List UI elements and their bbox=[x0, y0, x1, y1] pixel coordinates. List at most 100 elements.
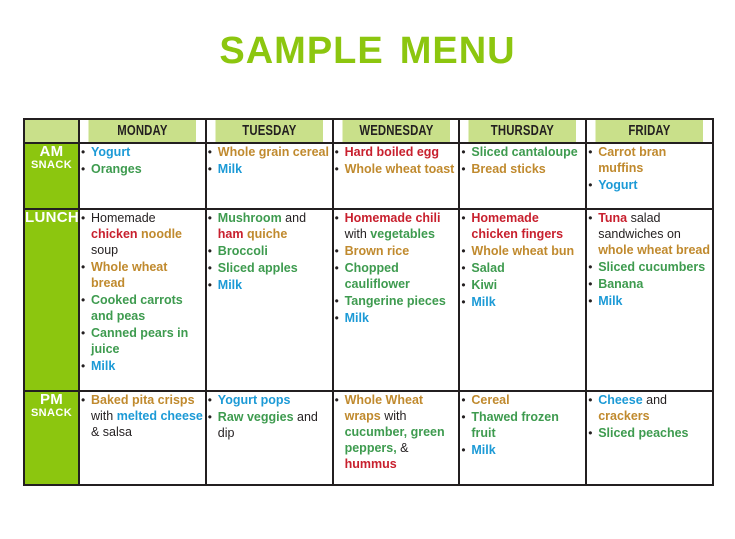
menu-item-segment: Homemade chicken fingers bbox=[471, 211, 564, 241]
menu-item-segment: Mushroom bbox=[217, 211, 282, 225]
menu-item: Broccoli bbox=[207, 243, 332, 259]
menu-item-segment: with bbox=[380, 409, 407, 423]
page-title: Sample Menu bbox=[219, 15, 516, 75]
menu-item: Cereal bbox=[460, 392, 585, 408]
menu-cell-pm-snack-tuesday: Yogurt pops Raw veggies and dip bbox=[204, 390, 334, 486]
menu-item-segment: Whole wheat bread bbox=[91, 260, 168, 290]
menu-item: Baked pita crisps with melted cheese & s… bbox=[80, 392, 205, 440]
menu-item: Mushroom and ham quiche bbox=[207, 210, 332, 242]
menu-item: Carrot bran muffins bbox=[587, 144, 712, 176]
menu-item-segment: Homemade bbox=[91, 211, 156, 225]
menu-item-segment: Oranges bbox=[91, 162, 142, 176]
meal-row-label-am-snack: AM SNACK bbox=[23, 142, 80, 210]
menu-item-segment: Milk bbox=[217, 278, 243, 292]
menu-item-list: Tuna salad sandwiches on whole wheat bre… bbox=[587, 210, 712, 309]
menu-item-list: Yogurt Oranges bbox=[80, 144, 205, 177]
menu-item-segment: and bbox=[281, 211, 307, 225]
menu-item-segment: quiche bbox=[246, 227, 288, 241]
menu-item-segment: ham bbox=[217, 227, 244, 241]
menu-item: Chopped cauliflower bbox=[334, 260, 459, 292]
menu-item: Milk bbox=[80, 358, 205, 374]
meal-label-primary: LUNCH bbox=[25, 209, 79, 226]
menu-item-segment: Milk bbox=[471, 295, 496, 309]
menu-cell-pm-snack-friday: Cheese and crackers Sliced peaches bbox=[585, 390, 714, 486]
menu-item-segment: Homemade chili bbox=[344, 211, 441, 225]
menu-item-segment: Sliced cucumbers bbox=[598, 260, 706, 274]
menu-item-list: Homemade chili with vegetables Brown rice… bbox=[334, 210, 459, 326]
menu-item: Sliced apples bbox=[207, 260, 332, 276]
menu-item-list: Yogurt pops Raw veggies and dip bbox=[207, 392, 332, 441]
menu-item: Banana bbox=[587, 276, 712, 292]
menu-item-segment: Carrot bran muffins bbox=[598, 145, 667, 175]
menu-cell-lunch-wednesday: Homemade chili with vegetables Brown rice… bbox=[331, 208, 461, 392]
menu-item-segment: crackers bbox=[598, 409, 650, 423]
menu-item-segment: Chopped cauliflower bbox=[344, 261, 410, 291]
menu-item: Yogurt bbox=[587, 177, 712, 193]
menu-item-segment: Milk bbox=[91, 359, 116, 373]
meal-label-secondary: SNACK bbox=[30, 158, 73, 171]
corner-cell bbox=[23, 118, 80, 144]
menu-item-segment: Sliced apples bbox=[217, 261, 298, 275]
menu-item-segment: hummus bbox=[344, 457, 397, 471]
menu-item: Milk bbox=[460, 442, 585, 458]
menu-item-segment: Sliced cantaloupe bbox=[471, 145, 578, 159]
menu-item-list: Mushroom and ham quiche Broccoli Sliced ap… bbox=[207, 210, 332, 293]
menu-item: Cooked carrots and peas bbox=[80, 292, 205, 324]
menu-item-segment: chicken bbox=[91, 227, 138, 241]
day-header-thursday: THURSDAY bbox=[467, 118, 579, 144]
menu-item-segment: melted cheese bbox=[116, 409, 203, 423]
meal-row-label-lunch: LUNCH bbox=[23, 208, 80, 392]
menu-item: Whole wheat bun bbox=[460, 243, 585, 259]
sample-menu-page: Sample Menu MONDAY TUESDAY WEDNESDAY THURSD… bbox=[0, 0, 735, 539]
menu-item-segment: Salad bbox=[471, 261, 505, 275]
menu-item-segment: whole wheat bread bbox=[598, 243, 711, 257]
menu-cell-am-snack-tuesday: Whole grain cereal Milk bbox=[204, 142, 334, 210]
menu-item: Milk bbox=[460, 294, 585, 310]
day-header-label: WEDNESDAY bbox=[358, 122, 434, 139]
menu-item: Salad bbox=[460, 260, 585, 276]
menu-item-segment: & salsa bbox=[91, 425, 132, 439]
table-body: AMSNACKYogurtOrangesWhole grain cerealMi… bbox=[23, 142, 714, 486]
menu-item-segment: soup bbox=[91, 243, 119, 257]
menu-item-segment: Thawed frozen fruit bbox=[471, 410, 559, 440]
menu-cell-am-snack-monday: Yogurt Oranges bbox=[78, 142, 207, 210]
menu-cell-lunch-friday: Tuna salad sandwiches on whole wheat bre… bbox=[585, 208, 714, 392]
menu-item-list: Baked pita crisps with melted cheese & s… bbox=[80, 392, 205, 440]
menu-item-segment: Sliced peaches bbox=[598, 426, 689, 440]
menu-item-segment: Kiwi bbox=[471, 278, 498, 292]
menu-item: Milk bbox=[207, 161, 332, 177]
menu-item: Milk bbox=[334, 310, 459, 326]
menu-item-segment: Yogurt bbox=[91, 145, 131, 159]
menu-item-segment: noodle bbox=[141, 227, 183, 241]
menu-item-segment: and bbox=[642, 393, 668, 407]
menu-item: Bread sticks bbox=[460, 161, 585, 177]
menu-item-list: Homemade chicken fingers Whole wheat bun S… bbox=[460, 210, 585, 310]
meal-row-am-snack: AMSNACK Yogurt Oranges Whole grain cereal Mi… bbox=[23, 142, 714, 210]
menu-item-segment: Yogurt bbox=[598, 178, 638, 192]
menu-item-segment: Whole wheat toast bbox=[344, 162, 455, 176]
day-header-label: TUESDAY bbox=[242, 122, 297, 139]
meal-row-lunch: LUNCH Homemade chicken noodle soup Whole w… bbox=[23, 208, 714, 392]
day-header-label: FRIDAY bbox=[628, 122, 671, 139]
menu-item-list: Sliced cantaloupe Bread sticks bbox=[460, 144, 585, 177]
menu-item-list: Carrot bran muffins Yogurt bbox=[587, 144, 712, 193]
menu-cell-pm-snack-thursday: Cereal Thawed frozen fruit Milk bbox=[458, 390, 588, 486]
menu-item-segment: vegetables bbox=[370, 227, 435, 241]
menu-item-segment: & bbox=[396, 441, 409, 455]
menu-item: Canned pears in juice bbox=[80, 325, 205, 357]
menu-item-segment: Tangerine pieces bbox=[344, 294, 446, 308]
day-header-monday: MONDAY bbox=[87, 118, 198, 144]
menu-item-segment: with bbox=[91, 409, 117, 423]
day-header-friday: FRIDAY bbox=[594, 118, 705, 144]
menu-item-segment: Hard boiled egg bbox=[344, 145, 440, 159]
menu-item-segment: Milk bbox=[598, 294, 623, 308]
menu-item-segment: Broccoli bbox=[217, 244, 268, 258]
table-header: MONDAY TUESDAY WEDNESDAY THURSDAY FRIDAY bbox=[23, 118, 713, 144]
menu-item: Whole grain cereal bbox=[207, 144, 332, 160]
menu-item: Sliced cantaloupe bbox=[460, 144, 585, 160]
menu-item-segment: Cereal bbox=[471, 393, 510, 407]
menu-item-segment: Yogurt pops bbox=[217, 393, 291, 407]
menu-item: Thawed frozen fruit bbox=[460, 409, 585, 441]
menu-item-list: Whole grain cereal Milk bbox=[207, 144, 332, 177]
menu-item: Homemade chicken fingers bbox=[460, 210, 585, 242]
